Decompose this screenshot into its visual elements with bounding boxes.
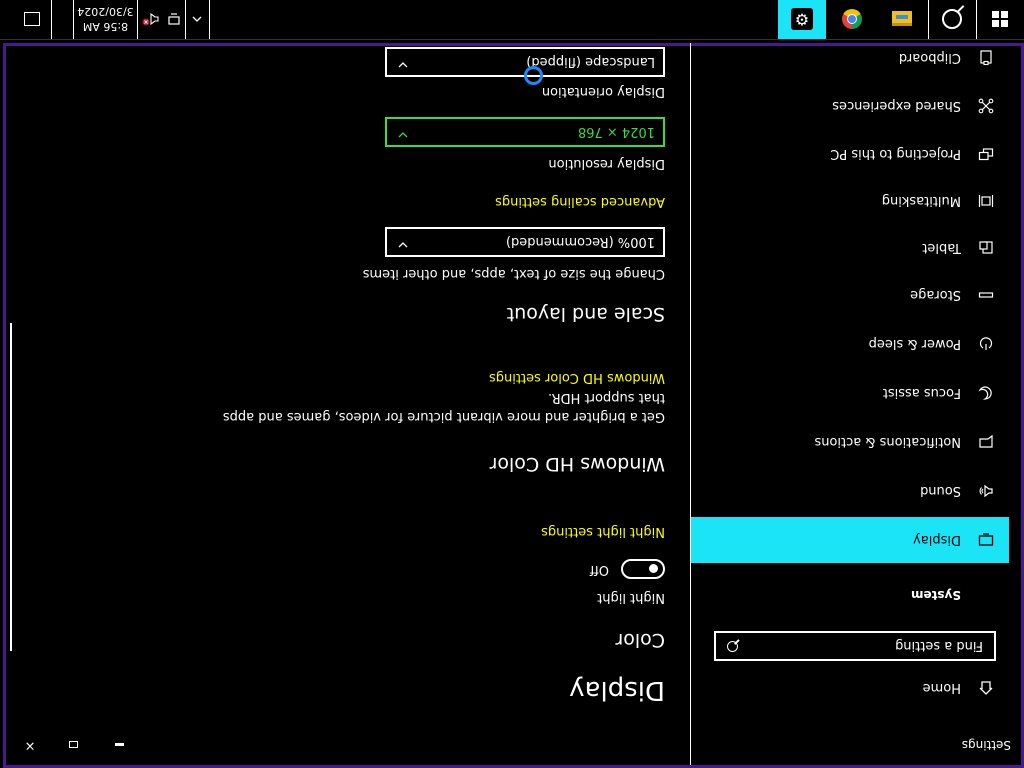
sidebar-item-label: Display xyxy=(913,532,961,548)
multitasking-icon xyxy=(977,192,995,210)
start-button[interactable] xyxy=(976,0,1024,39)
sidebar-item-multitasking[interactable]: Multitasking xyxy=(691,178,1009,224)
sidebar-item-home[interactable]: Home xyxy=(691,665,1009,711)
power-icon xyxy=(977,335,995,353)
sidebar: Home Find a setting System Display Sound xyxy=(689,43,1021,765)
sidebar-item-focus-assist[interactable]: Focus assist xyxy=(691,370,1009,416)
resolution-dropdown[interactable]: 1024 × 768 xyxy=(385,117,665,147)
chevron-up-icon xyxy=(193,16,202,22)
main-content: Display Color Night light Off Night ligh… xyxy=(5,43,665,765)
tablet-icon xyxy=(977,239,995,257)
orientation-label: Display orientation xyxy=(541,84,665,99)
search-icon xyxy=(942,9,963,29)
clipboard-icon xyxy=(977,49,995,67)
section-heading-hd-color: Windows HD Color xyxy=(489,453,665,475)
taskbar-app-file-explorer[interactable] xyxy=(878,0,926,39)
tray-overflow-button[interactable] xyxy=(186,0,210,39)
chevron-down-icon xyxy=(397,126,409,141)
moon-icon xyxy=(977,384,995,402)
sidebar-divider xyxy=(690,43,691,765)
network-button[interactable] xyxy=(162,0,186,39)
taskbar-app-chrome[interactable] xyxy=(828,0,876,39)
night-light-toggle[interactable] xyxy=(621,559,665,579)
clock-time: 8:56 AM xyxy=(82,20,129,33)
night-light-state: Off xyxy=(589,562,609,577)
clock-date: 3/30/2024 xyxy=(77,5,134,18)
search-placeholder: Find a setting xyxy=(895,638,983,653)
folder-icon xyxy=(892,11,912,27)
speaker-icon xyxy=(977,482,995,500)
settings-window: Settings × Home Find a setting System Di… xyxy=(3,43,1024,768)
sidebar-item-label: Sound xyxy=(920,483,961,499)
sidebar-item-storage[interactable]: Storage xyxy=(691,272,1009,318)
notification-icon xyxy=(977,433,995,451)
night-light-settings-link[interactable]: Night light settings xyxy=(541,524,665,539)
page-title: Display xyxy=(569,675,665,705)
sidebar-item-display[interactable]: Display xyxy=(691,517,1009,563)
section-heading-system: System xyxy=(911,588,961,602)
display-icon xyxy=(977,531,995,549)
night-light-label: Night light xyxy=(597,590,665,605)
sidebar-item-label: Multitasking xyxy=(881,193,961,209)
section-heading-color: Color xyxy=(615,629,665,651)
scale-dropdown[interactable]: 100% (Recommended) xyxy=(385,227,665,257)
chevron-down-icon xyxy=(397,56,409,71)
screen: Settings × Home Find a setting System Di… xyxy=(0,0,1024,768)
volume-muted-icon xyxy=(142,12,159,26)
sidebar-item-label: Focus assist xyxy=(882,385,961,401)
chrome-icon xyxy=(842,9,862,29)
scale-label: Change the size of text, apps, and other… xyxy=(362,266,665,281)
action-center-button[interactable] xyxy=(13,0,52,39)
taskbar-search-button[interactable] xyxy=(928,0,976,39)
scale-dropdown-value: 100% (Recommended) xyxy=(505,234,655,249)
sidebar-item-label: Tablet xyxy=(922,240,961,256)
sidebar-item-power-sleep[interactable]: Power & sleep xyxy=(691,321,1009,367)
sidebar-item-label: Notifications & actions xyxy=(814,434,961,450)
sidebar-item-label: Power & sleep xyxy=(868,336,961,352)
orientation-dropdown-value: Landscape (flipped) xyxy=(526,54,655,69)
gear-icon: ⚙ xyxy=(791,8,813,30)
sidebar-item-label: Projecting to this PC xyxy=(830,146,961,162)
volume-button[interactable] xyxy=(138,0,162,39)
advanced-scaling-link[interactable]: Advanced scaling settings xyxy=(495,194,665,209)
sidebar-item-notifications[interactable]: Notifications & actions xyxy=(691,419,1009,465)
search-input[interactable]: Find a setting xyxy=(714,631,996,661)
content-scrollbar[interactable] xyxy=(10,323,12,651)
hd-color-description: Get a brighter and more vibrant picture … xyxy=(222,390,665,424)
windows-logo-icon xyxy=(992,11,1009,27)
taskbar-clock[interactable]: 8:56 AM 3/30/2024 xyxy=(73,0,138,39)
hd-color-settings-link[interactable]: Windows HD Color settings xyxy=(489,370,665,385)
storage-icon xyxy=(977,286,995,304)
resolution-dropdown-value: 1024 × 768 xyxy=(577,124,655,139)
shared-icon xyxy=(977,97,995,115)
chevron-down-icon xyxy=(397,236,409,251)
sidebar-item-sound[interactable]: Sound xyxy=(691,468,1009,514)
sidebar-item-label: Storage xyxy=(910,287,961,303)
taskbar-app-settings[interactable]: ⚙ xyxy=(778,0,826,39)
network-icon xyxy=(168,13,181,25)
sidebar-item-label: Home xyxy=(922,680,961,696)
search-icon xyxy=(727,641,738,652)
home-icon xyxy=(977,679,995,697)
sidebar-item-shared-experiences[interactable]: Shared experiences xyxy=(691,83,1009,129)
resolution-label: Display resolution xyxy=(548,156,665,171)
sidebar-item-projecting[interactable]: Projecting to this PC xyxy=(691,131,1009,177)
taskbar: ⚙ 8:56 AM 3/30/2024 xyxy=(0,0,1024,40)
toggle-knob xyxy=(649,564,658,573)
sidebar-item-tablet[interactable]: Tablet xyxy=(691,225,1009,271)
busy-cursor-icon xyxy=(524,66,543,85)
sidebar-item-clipboard[interactable]: Clipboard xyxy=(691,35,1009,81)
sidebar-item-label: Shared experiences xyxy=(832,98,961,114)
section-heading-scale-layout: Scale and layout xyxy=(506,303,665,325)
projecting-icon xyxy=(977,145,995,163)
notification-icon xyxy=(24,12,40,26)
sidebar-item-label: Clipboard xyxy=(898,50,961,66)
